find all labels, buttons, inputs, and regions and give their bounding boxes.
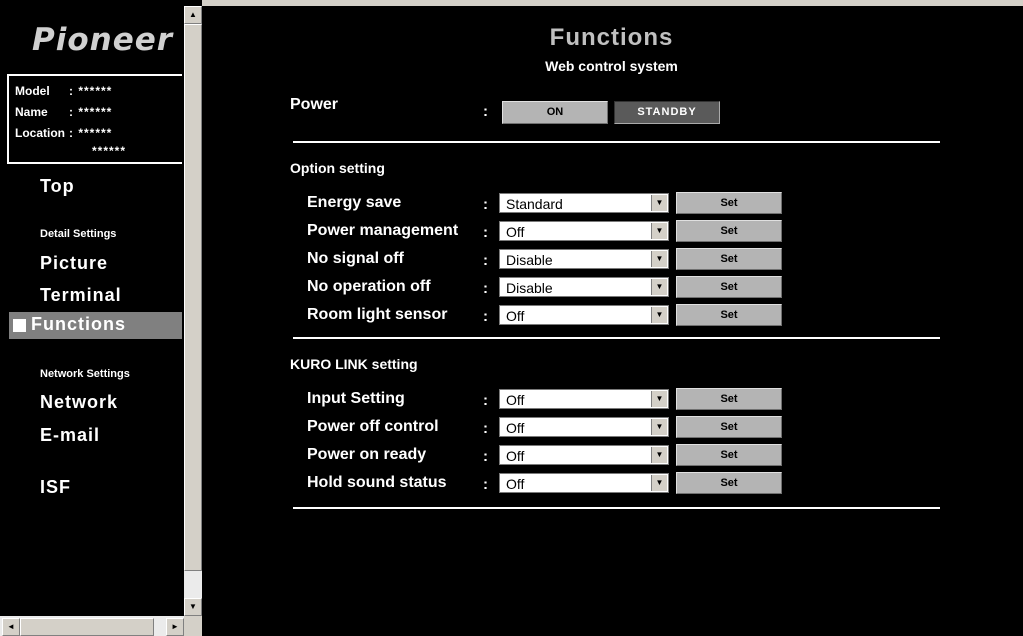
input-setting-select[interactable]: Off ▼ <box>499 389 669 409</box>
no-operation-off-select[interactable]: Disable ▼ <box>499 277 669 297</box>
room-light-sensor-set-button[interactable]: Set <box>676 304 782 326</box>
option-setting-heading: Option setting <box>290 160 385 176</box>
scrollbar-corner <box>184 616 202 636</box>
row-colon: : <box>483 252 488 269</box>
select-value: Disable <box>506 252 553 268</box>
dropdown-arrow-icon[interactable]: ▼ <box>651 391 667 407</box>
dropdown-arrow-icon[interactable]: ▼ <box>651 419 667 435</box>
info-value: : ****** <box>69 84 113 98</box>
info-row-location: Location : ****** <box>15 124 112 142</box>
dropdown-arrow-icon[interactable]: ▼ <box>651 251 667 267</box>
power-label: Power <box>290 96 339 113</box>
row-label: Power off control <box>307 418 439 435</box>
row-colon: : <box>483 420 488 437</box>
sidebar-horizontal-scrollbar[interactable]: ◄ ► <box>0 616 184 636</box>
select-value: Off <box>506 224 525 240</box>
info-key: Name <box>15 105 48 119</box>
select-value: Off <box>506 308 525 324</box>
power-on-button[interactable]: ON <box>502 101 608 124</box>
scroll-down-arrow-icon[interactable]: ▼ <box>184 598 202 616</box>
device-info-box: Model : ****** Name : ****** Location : ***… <box>7 74 182 164</box>
row-label: No operation off <box>307 278 431 295</box>
row-label: Energy save <box>307 194 402 211</box>
nav-email[interactable]: E-mail <box>40 425 100 446</box>
row-colon: : <box>483 196 488 213</box>
no-operation-off-set-button[interactable]: Set <box>676 276 782 298</box>
hold-sound-status-select[interactable]: Off ▼ <box>499 473 669 493</box>
dropdown-arrow-icon[interactable]: ▼ <box>651 223 667 239</box>
nav-picture[interactable]: Picture <box>40 253 108 274</box>
nav-top[interactable]: Top <box>40 176 75 197</box>
dropdown-arrow-icon[interactable]: ▼ <box>651 279 667 295</box>
hold-sound-status-set-button[interactable]: Set <box>676 472 782 494</box>
sidebar-vertical-scrollbar[interactable]: ▲ ▼ <box>184 6 202 616</box>
scroll-up-arrow-icon[interactable]: ▲ <box>184 6 202 24</box>
info-key: Location <box>15 126 65 140</box>
power-on-ready-select[interactable]: Off ▼ <box>499 445 669 465</box>
row-label: Hold sound status <box>307 474 447 491</box>
row-colon: : <box>483 476 488 493</box>
nav-functions[interactable]: Functions <box>9 312 182 339</box>
divider <box>293 141 940 143</box>
nav-network[interactable]: Network <box>40 392 118 413</box>
power-off-control-set-button[interactable]: Set <box>676 416 782 438</box>
kuro-link-setting-heading: KURO LINK setting <box>290 356 418 372</box>
no-signal-off-set-button[interactable]: Set <box>676 248 782 270</box>
row-colon: : <box>483 308 488 325</box>
info-value: ****** <box>92 144 127 158</box>
scroll-left-arrow-icon[interactable]: ◄ <box>2 618 20 636</box>
scroll-right-arrow-icon[interactable]: ► <box>166 618 184 636</box>
info-row-location-cont: ****** <box>92 142 126 160</box>
page-subtitle: Web control system <box>545 58 678 74</box>
input-setting-set-button[interactable]: Set <box>676 388 782 410</box>
divider <box>293 507 940 509</box>
no-signal-off-select[interactable]: Disable ▼ <box>499 249 669 269</box>
row-colon: : <box>483 280 488 297</box>
select-value: Off <box>506 448 525 464</box>
power-standby-button[interactable]: STANDBY <box>614 101 720 124</box>
power-colon: : <box>483 103 488 120</box>
select-value: Off <box>506 392 525 408</box>
power-management-select[interactable]: Off ▼ <box>499 221 669 241</box>
horizontal-scroll-thumb[interactable] <box>20 618 154 636</box>
select-value: Off <box>506 420 525 436</box>
divider <box>293 337 940 339</box>
nav-isf[interactable]: ISF <box>40 477 71 498</box>
power-on-ready-set-button[interactable]: Set <box>676 444 782 466</box>
info-row-name: Name : ****** <box>15 103 112 121</box>
frame-divider <box>202 6 208 636</box>
row-colon: : <box>483 448 488 465</box>
nav-heading-network-settings: Network Settings <box>40 368 130 380</box>
info-key: Model <box>15 84 50 98</box>
power-management-set-button[interactable]: Set <box>676 220 782 242</box>
select-value: Disable <box>506 280 553 296</box>
energy-save-select[interactable]: Standard ▼ <box>499 193 669 213</box>
dropdown-arrow-icon[interactable]: ▼ <box>651 195 667 211</box>
active-square-icon <box>13 319 26 332</box>
info-value: : ****** <box>69 126 113 140</box>
nav-heading-detail-settings: Detail Settings <box>40 228 117 240</box>
row-label: No signal off <box>307 250 404 267</box>
nav-functions-label: Functions <box>31 314 126 334</box>
room-light-sensor-select[interactable]: Off ▼ <box>499 305 669 325</box>
info-value: : ****** <box>69 105 113 119</box>
dropdown-arrow-icon[interactable]: ▼ <box>651 475 667 491</box>
row-colon: : <box>483 392 488 409</box>
row-label: Power management <box>307 222 459 239</box>
row-label: Power on ready <box>307 446 427 463</box>
power-off-control-select[interactable]: Off ▼ <box>499 417 669 437</box>
vertical-scroll-thumb[interactable] <box>184 24 202 571</box>
row-colon: : <box>483 224 488 241</box>
row-label: Room light sensor <box>307 306 448 323</box>
dropdown-arrow-icon[interactable]: ▼ <box>651 447 667 463</box>
energy-save-set-button[interactable]: Set <box>676 192 782 214</box>
nav-terminal[interactable]: Terminal <box>40 285 122 306</box>
select-value: Off <box>506 476 525 492</box>
page-title: Functions <box>549 24 674 51</box>
sidebar: Pioneer Model: ****** Name: ****** Locat… <box>0 0 202 636</box>
dropdown-arrow-icon[interactable]: ▼ <box>651 307 667 323</box>
info-row-model: Model : ****** <box>15 82 112 100</box>
select-value: Standard <box>506 196 563 212</box>
row-label: Input Setting <box>307 390 405 407</box>
